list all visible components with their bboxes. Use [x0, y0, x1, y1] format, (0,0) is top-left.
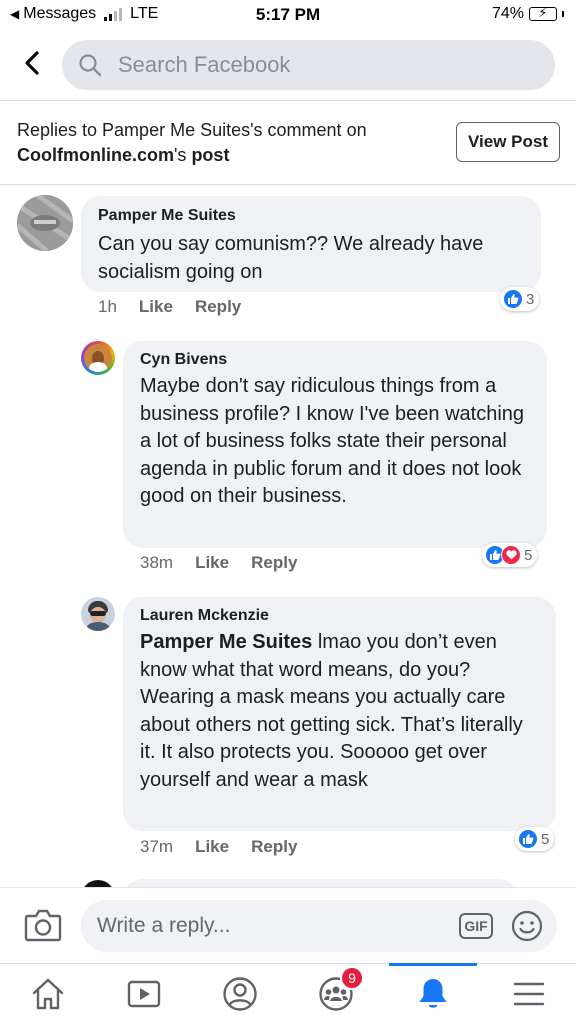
context-post-word: post — [191, 145, 230, 165]
tab-home[interactable] — [18, 972, 78, 1016]
search-input[interactable] — [118, 40, 538, 90]
reaction-summary[interactable]: 5 — [482, 543, 538, 567]
tab-profile[interactable] — [210, 972, 270, 1016]
love-reaction-icon — [501, 545, 521, 565]
context-divider — [0, 184, 576, 185]
context-possessive: 's — [174, 145, 192, 165]
comment-author[interactable]: Cyn Bivens — [140, 351, 530, 369]
header-divider — [0, 100, 576, 101]
comment-time: 38m — [140, 553, 174, 572]
comment-text: Pamper Me Suites lmao you don’t even kno… — [140, 629, 539, 794]
page-logo-icon — [17, 195, 73, 251]
reaction-count: 5 — [524, 546, 533, 564]
reaction-count: 3 — [526, 290, 535, 308]
tab-menu[interactable] — [499, 972, 559, 1016]
reaction-summary[interactable]: 5 — [515, 827, 555, 851]
search-box[interactable] — [62, 40, 555, 90]
home-icon — [32, 978, 64, 1010]
tab-notifications[interactable] — [403, 972, 463, 1016]
reaction-summary[interactable]: 3 — [500, 287, 540, 311]
reply-button[interactable]: Reply — [195, 297, 241, 317]
comment-bubble[interactable]: Cyn Bivens Maybe don't say ridiculous th… — [123, 341, 547, 548]
avatar[interactable] — [81, 341, 115, 375]
back-button[interactable] — [18, 48, 48, 78]
menu-icon — [513, 982, 545, 1006]
search-header — [0, 38, 576, 90]
reply-button[interactable]: Reply — [251, 553, 297, 573]
comment-bubble[interactable]: Lauren Mckenzie Pamper Me Suites lmao yo… — [123, 597, 556, 831]
tab-groups[interactable]: 9 — [306, 966, 366, 1016]
tab-bar: 9 — [0, 963, 576, 1024]
context-prefix: Replies to Pamper Me Suites's comment on — [17, 120, 367, 140]
status-right: 74% ⚡ — [492, 5, 564, 23]
reaction-count: 5 — [541, 830, 550, 848]
tab-watch[interactable] — [114, 972, 174, 1016]
status-bar: ◀ Messages LTE 5:17 PM 74% ⚡ — [0, 0, 576, 30]
like-reaction-icon — [503, 289, 523, 309]
notification-badge: 9 — [340, 966, 364, 990]
thread-context: Replies to Pamper Me Suites's comment on… — [17, 118, 437, 168]
comment-time: 37m — [140, 837, 174, 856]
avatar[interactable] — [81, 597, 115, 631]
comment-author[interactable]: Pamper Me Suites — [98, 207, 524, 225]
search-icon — [79, 54, 102, 77]
avatar[interactable] — [17, 195, 73, 251]
profile-icon — [223, 977, 257, 1011]
reply-composer: GIF — [0, 887, 576, 963]
comment-text: Maybe don't say ridiculous things from a… — [140, 375, 525, 507]
reply-input[interactable] — [97, 900, 427, 952]
view-post-button[interactable]: View Post — [456, 122, 560, 162]
battery-icon: ⚡ — [529, 5, 557, 21]
comment-body: lmao you don’t even know what that word … — [140, 631, 523, 791]
camera-icon — [24, 909, 62, 942]
chevron-left-icon — [25, 51, 39, 75]
comment-author[interactable]: Lauren Mckenzie — [140, 607, 539, 625]
comment-meta: 1h Like Reply — [98, 297, 241, 317]
comment-meta: 37m Like Reply — [140, 837, 297, 857]
watch-icon — [127, 980, 161, 1008]
comment-meta: 38m Like Reply — [140, 553, 297, 573]
reply-button[interactable]: Reply — [251, 837, 297, 857]
comment-bubble[interactable]: Pamper Me Suites Can you say comunism?? … — [81, 196, 541, 292]
mention-tag[interactable]: Pamper Me Suites — [140, 631, 312, 653]
emoji-icon — [511, 910, 543, 942]
gif-button[interactable]: GIF — [459, 913, 493, 939]
comment-text: Can you say comunism?? We already have s… — [98, 233, 484, 283]
emoji-button[interactable] — [511, 910, 543, 942]
context-page-name[interactable]: Coolfmonline.com — [17, 145, 174, 165]
like-button[interactable]: Like — [139, 297, 173, 317]
like-button[interactable]: Like — [195, 837, 229, 857]
status-time: 5:17 PM — [255, 5, 321, 24]
comment-time: 1h — [98, 297, 117, 316]
camera-button[interactable] — [24, 908, 62, 942]
notifications-icon — [419, 979, 447, 1008]
like-reaction-icon — [518, 829, 538, 849]
reply-box[interactable]: GIF — [81, 900, 557, 952]
like-button[interactable]: Like — [195, 553, 229, 573]
battery-percent: 74% — [491, 5, 524, 22]
active-tab-indicator — [389, 963, 477, 966]
